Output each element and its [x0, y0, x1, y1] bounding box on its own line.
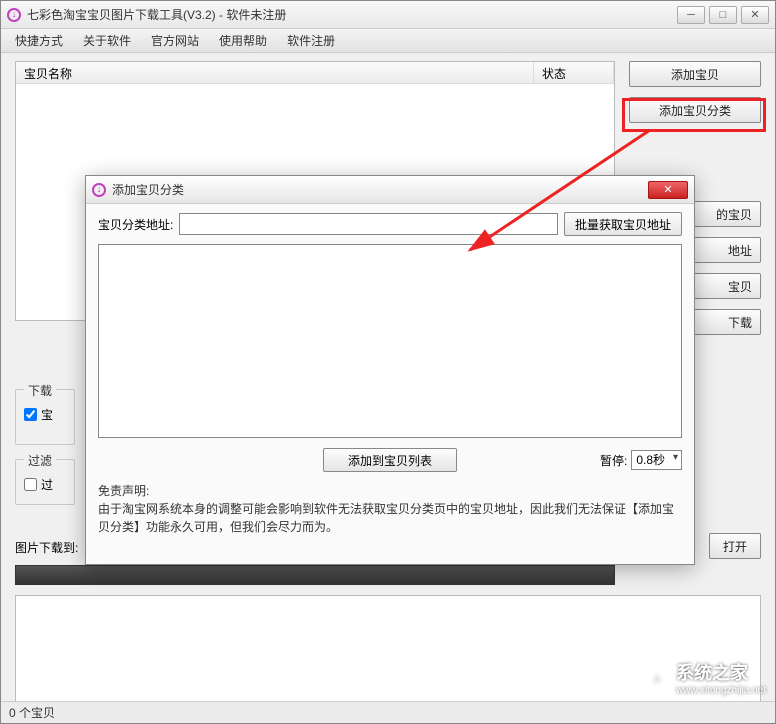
- add-category-dialog: ↓ 添加宝贝分类 ✕ 宝贝分类地址: 批量获取宝贝地址 添加到宝贝列表 暂停: …: [85, 175, 695, 565]
- window-title: 七彩色淘宝宝贝图片下载工具(V3.2) - 软件未注册: [27, 6, 677, 23]
- dialog-app-icon: ↓: [92, 183, 106, 197]
- category-url-input[interactable]: [179, 213, 558, 235]
- pause-select[interactable]: 0.8秒: [631, 450, 682, 470]
- dialog-body: 宝贝分类地址: 批量获取宝贝地址 添加到宝贝列表 暂停: 0.8秒 免责声明: …: [98, 212, 682, 552]
- dialog-actions: 添加到宝贝列表 暂停: 0.8秒: [98, 448, 682, 472]
- menu-register[interactable]: 软件注册: [277, 30, 345, 51]
- download-group-title: 下载: [24, 382, 56, 399]
- open-button[interactable]: 打开: [709, 533, 761, 559]
- window-controls: ─ □ ✕: [677, 6, 769, 24]
- maximize-button[interactable]: □: [709, 6, 737, 24]
- url-field-row: 宝贝分类地址: 批量获取宝贝地址: [98, 212, 682, 236]
- add-to-list-button[interactable]: 添加到宝贝列表: [323, 448, 457, 472]
- add-item-button[interactable]: 添加宝贝: [629, 61, 761, 87]
- filter-checkbox-input[interactable]: [24, 478, 37, 491]
- minimize-button[interactable]: ─: [677, 6, 705, 24]
- download-to-label: 图片下载到:: [15, 539, 78, 556]
- menu-website[interactable]: 官方网站: [141, 30, 209, 51]
- dialog-titlebar[interactable]: ↓ 添加宝贝分类 ✕: [86, 176, 694, 204]
- main-titlebar[interactable]: ↓ 七彩色淘宝宝贝图片下载工具(V3.2) - 软件未注册 ─ □ ✕: [1, 1, 775, 29]
- url-field-label: 宝贝分类地址:: [98, 216, 173, 233]
- column-name[interactable]: 宝贝名称: [16, 62, 534, 83]
- download-checkbox-label: 宝: [41, 406, 53, 423]
- filter-group-title: 过滤: [24, 452, 56, 469]
- filter-checkbox[interactable]: 过: [24, 476, 53, 493]
- disclaimer-title: 免责声明:: [98, 482, 682, 500]
- download-path-bar[interactable]: [15, 565, 615, 585]
- pause-label: 暂停:: [600, 452, 627, 469]
- app-icon: ↓: [7, 8, 21, 22]
- log-textarea[interactable]: [15, 595, 761, 715]
- download-checkbox-input[interactable]: [24, 408, 37, 421]
- menubar: 快捷方式 关于软件 官方网站 使用帮助 软件注册: [1, 29, 775, 53]
- filter-checkbox-label: 过: [41, 476, 53, 493]
- filter-group: 过滤 过: [15, 459, 75, 505]
- dialog-title: 添加宝贝分类: [112, 181, 648, 198]
- pause-control: 暂停: 0.8秒: [600, 450, 682, 470]
- download-group: 下载 宝: [15, 389, 75, 445]
- dialog-close-button[interactable]: ✕: [648, 181, 688, 199]
- column-status[interactable]: 状态: [534, 62, 614, 83]
- close-button[interactable]: ✕: [741, 6, 769, 24]
- download-checkbox[interactable]: 宝: [24, 406, 53, 423]
- status-text: 0 个宝贝: [9, 704, 55, 721]
- add-category-button[interactable]: 添加宝贝分类: [629, 97, 761, 123]
- menu-help[interactable]: 使用帮助: [209, 30, 277, 51]
- menu-about[interactable]: 关于软件: [73, 30, 141, 51]
- statusbar: 0 个宝贝: [1, 701, 775, 723]
- menu-shortcut[interactable]: 快捷方式: [5, 30, 73, 51]
- list-header: 宝贝名称 状态: [16, 62, 614, 84]
- url-list-textarea[interactable]: [98, 244, 682, 438]
- batch-fetch-button[interactable]: 批量获取宝贝地址: [564, 212, 682, 236]
- disclaimer: 免责声明: 由于淘宝网系统本身的调整可能会影响到软件无法获取宝贝分类页中的宝贝地…: [98, 482, 682, 536]
- disclaimer-body: 由于淘宝网系统本身的调整可能会影响到软件无法获取宝贝分类页中的宝贝地址，因此我们…: [98, 500, 682, 536]
